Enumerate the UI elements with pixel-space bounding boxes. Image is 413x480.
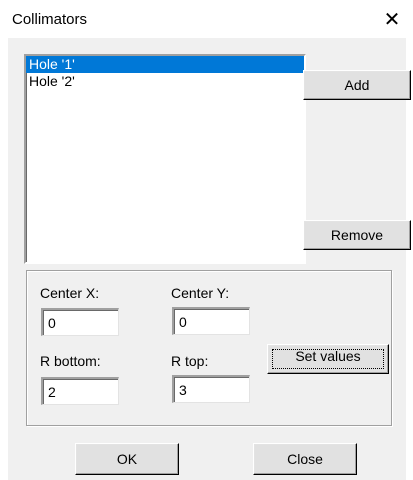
close-icon[interactable]: ✕ xyxy=(381,9,403,31)
add-button[interactable]: Add xyxy=(303,70,411,100)
set-values-label: Set values xyxy=(295,348,361,364)
center-y-field[interactable]: 0 xyxy=(172,307,250,335)
r-bottom-label: R bottom: xyxy=(40,353,101,369)
window-title: Collimators xyxy=(12,11,88,28)
r-bottom-field[interactable]: 2 xyxy=(41,377,119,405)
r-top-field[interactable]: 3 xyxy=(172,375,250,403)
remove-button[interactable]: Remove xyxy=(303,220,411,250)
title-bar: Collimators ✕ xyxy=(0,0,413,38)
center-y-label: Center Y: xyxy=(171,285,230,301)
r-top-label: R top: xyxy=(171,353,209,369)
center-x-field[interactable]: 0 xyxy=(41,308,119,336)
close-button[interactable]: Close xyxy=(253,443,357,475)
ok-button[interactable]: OK xyxy=(75,443,179,475)
center-x-label: Center X: xyxy=(40,285,100,301)
list-item[interactable]: Hole '1' xyxy=(26,56,304,73)
list-item[interactable]: Hole '2' xyxy=(26,73,304,90)
set-values-button[interactable]: Set values xyxy=(267,344,389,374)
collimators-listbox[interactable]: Hole '1' Hole '2' xyxy=(24,54,306,264)
dialog-client-area: Hole '1' Hole '2' Add Remove Center X: 0… xyxy=(8,38,411,480)
